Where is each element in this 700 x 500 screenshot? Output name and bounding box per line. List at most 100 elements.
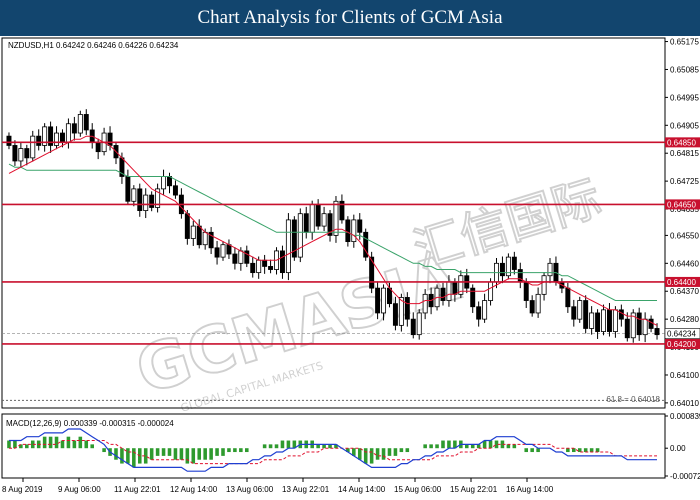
y-tick-label: 0.64815: [670, 149, 699, 158]
x-tick-label: 8 Aug 2019: [2, 485, 43, 494]
candle-body: [149, 194, 155, 208]
x-tick-label: 15 Aug 22:01: [450, 485, 498, 494]
candle-body: [482, 300, 488, 320]
y-tick-label: 0.64550: [670, 231, 699, 240]
candle-body: [279, 250, 285, 274]
candle-body: [583, 300, 589, 329]
candle-body: [214, 247, 220, 258]
candle-body: [571, 306, 577, 320]
candle-body: [410, 318, 416, 336]
candle-body: [250, 262, 256, 274]
candle-body: [345, 219, 351, 243]
x-tick-label: 11 Aug 22:01: [114, 485, 161, 494]
level-label: 0.64650: [667, 200, 696, 209]
candle-body: [606, 309, 612, 332]
candle-body: [523, 281, 529, 301]
candle-body: [381, 287, 387, 314]
candle-body: [65, 123, 71, 143]
candle-body: [226, 244, 232, 255]
candle-body: [416, 312, 422, 336]
y-tick-label: 0.65175: [670, 38, 699, 47]
candle-body: [36, 135, 42, 146]
candle-body: [172, 185, 178, 196]
candle-body: [30, 135, 36, 159]
symbol-header: NZDUSD,H1 0.64242 0.64246 0.64226 0.6423…: [8, 41, 179, 50]
candle-body: [6, 135, 12, 146]
x-tick-label: 13 Aug 06:00: [226, 485, 274, 494]
candle-body: [24, 148, 30, 159]
candle-body: [77, 114, 83, 134]
candle-body: [262, 259, 268, 267]
candle-body: [238, 250, 244, 264]
y-tick-label: 0.64370: [670, 287, 699, 296]
candle-body: [357, 219, 363, 233]
level-label: 0.64400: [667, 278, 696, 287]
candle-body: [167, 176, 172, 187]
candle-body: [499, 262, 505, 277]
candle-body: [297, 213, 303, 258]
fib-label: 61.8 = 0.64018: [606, 395, 660, 404]
candle-body: [636, 312, 642, 336]
candle-body: [375, 287, 381, 314]
chart-canvas: GCMASIA 汇信国际 GLOBAL CAPITAL MARKETS 0.65…: [1, 37, 700, 494]
y-tick-label: 0.64010: [670, 399, 699, 408]
candle-body: [220, 244, 226, 258]
candle-body: [612, 309, 618, 332]
candle-body: [642, 318, 648, 336]
level-label: 0.64200: [667, 340, 696, 349]
y-tick-label: 0.64995: [670, 93, 699, 102]
x-tick-label: 12 Aug 14:00: [170, 485, 218, 494]
candle-body: [422, 293, 428, 314]
current-price-label: 0.64234: [667, 329, 696, 338]
level-label: 0.64850: [667, 138, 696, 147]
candle-body: [107, 132, 113, 146]
candle-body: [303, 213, 309, 233]
y-tick-label: 0.64725: [670, 177, 699, 186]
macd-y-tick-label: -0.000724: [670, 472, 700, 481]
x-tick-label: 13 Aug 22:01: [282, 485, 330, 494]
candle-body: [285, 219, 291, 274]
candle-body: [60, 132, 65, 143]
candle-body: [315, 203, 321, 227]
candle-body: [595, 312, 601, 332]
candle-body: [125, 176, 131, 202]
candle-body: [404, 297, 410, 320]
macd-header: MACD(12,26,9) 0.000339 -0.000315 -0.0000…: [6, 419, 174, 428]
candle-body: [440, 287, 446, 301]
candle-body: [624, 318, 630, 339]
candle-body: [184, 213, 190, 239]
candle-body: [268, 266, 274, 270]
candle-body: [202, 231, 208, 246]
candle-body: [71, 123, 77, 134]
y-tick-label: 0.65085: [670, 65, 699, 74]
candle-body: [577, 300, 583, 320]
candle-body: [54, 132, 60, 146]
candle-body: [648, 318, 654, 329]
chart-banner: Chart Analysis for Clients of GCM Asia: [0, 0, 700, 36]
candle-body: [321, 213, 327, 227]
candle-body: [541, 275, 547, 295]
candle-body: [589, 312, 595, 329]
candle-body: [387, 287, 392, 305]
x-tick-label: 14 Aug 14:00: [338, 485, 386, 494]
candle-body: [446, 281, 452, 301]
candle-body: [309, 203, 315, 233]
y-tick-label: 0.64905: [670, 121, 699, 130]
candle-body: [131, 188, 137, 202]
candle-body: [143, 194, 149, 211]
candle-body: [654, 328, 660, 336]
candle-body: [392, 303, 398, 326]
candle-body: [256, 259, 262, 274]
banner-title: Chart Analysis for Clients of GCM Asia: [197, 7, 503, 28]
y-tick-label: 0.64460: [670, 259, 699, 268]
candle-body: [488, 281, 494, 301]
candle-body: [476, 306, 482, 320]
candle-body: [232, 253, 238, 264]
candle-body: [190, 225, 196, 239]
candle-body: [535, 293, 541, 314]
x-tick-label: 15 Aug 06:00: [394, 485, 442, 494]
x-tick-label: 16 Aug 14:00: [506, 485, 554, 494]
candle-body: [565, 287, 571, 308]
candle-body: [18, 148, 24, 162]
candle-body: [547, 262, 553, 277]
